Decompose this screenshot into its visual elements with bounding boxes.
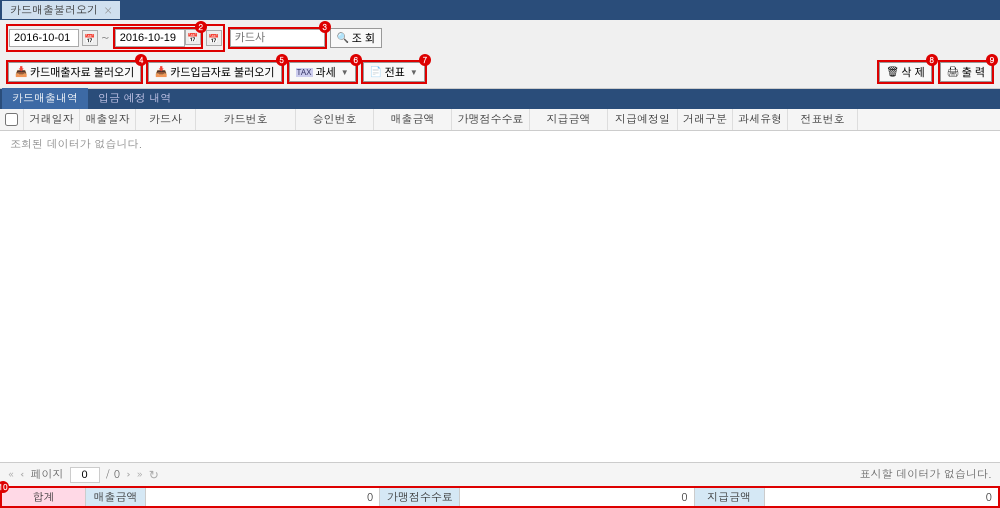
close-icon[interactable]: × xyxy=(104,3,112,17)
search-button[interactable]: 조 회 xyxy=(330,28,382,48)
date-separator: ~ xyxy=(101,31,110,46)
col-pay-amount[interactable]: 지급금액 xyxy=(530,109,608,130)
pagination: « ‹ 페이지 / 0 › » ↻ 표시할 데이터가 없습니다. xyxy=(0,462,1000,486)
summary-total-label: 합계 xyxy=(2,488,86,506)
summary-fee-label: 가맹점수수료 xyxy=(380,488,460,506)
grid-body: 조회된 데이터가 없습니다. xyxy=(0,131,1000,462)
tab-deposit-schedule[interactable]: 입금 예정 내역 xyxy=(88,88,181,109)
refresh-button[interactable]: ↻ xyxy=(149,466,159,483)
col-card-no[interactable]: 카드번호 xyxy=(196,109,296,130)
first-page-button[interactable]: « xyxy=(8,466,14,483)
col-sales-date[interactable]: 매출일자 xyxy=(80,109,136,130)
window-tab-bar: 카드매출불러오기 × xyxy=(0,0,1000,20)
import-sales-label: 카드매출자료 불러오기 xyxy=(30,64,134,80)
marker-5: 5 xyxy=(276,54,288,66)
next-page-button[interactable]: › xyxy=(126,466,131,483)
col-tax-type[interactable]: 과세유형 xyxy=(733,109,788,130)
window-tab[interactable]: 카드매출불러오기 × xyxy=(2,1,120,19)
select-all-checkbox[interactable] xyxy=(5,113,18,126)
col-auth-no[interactable]: 승인번호 xyxy=(296,109,374,130)
marker-2: 2 xyxy=(195,21,207,33)
prev-page-button[interactable]: ‹ xyxy=(20,466,25,483)
import-deposit-label: 카드입금자료 불러오기 xyxy=(170,64,274,80)
marker-10: 10 xyxy=(0,481,9,493)
print-icon xyxy=(947,66,959,78)
marker-3: 3 xyxy=(319,21,331,33)
date-to-input[interactable] xyxy=(115,29,185,47)
tab-card-sales[interactable]: 카드매출내역 xyxy=(2,88,88,109)
page-total: / 0 xyxy=(106,467,121,482)
tax-icon: TAX xyxy=(296,68,313,77)
tab-title: 카드매출불러오기 xyxy=(10,3,98,18)
col-checkbox[interactable] xyxy=(0,109,24,130)
col-card-company[interactable]: 카드사 xyxy=(136,109,196,130)
col-merchant-fee[interactable]: 가맹점수수료 xyxy=(452,109,530,130)
document-icon xyxy=(370,66,382,78)
col-trade-date[interactable]: 거래일자 xyxy=(24,109,80,130)
summary-pay-value: 0 xyxy=(765,488,998,506)
summary-fee-value: 0 xyxy=(460,488,694,506)
marker-8: 8 xyxy=(926,54,938,66)
trash-icon xyxy=(886,66,898,78)
delete-label: 삭 제 xyxy=(901,64,924,80)
delete-button[interactable]: 삭 제 xyxy=(879,62,931,82)
page-input[interactable] xyxy=(70,467,100,483)
col-trans-type[interactable]: 거래구분 xyxy=(678,109,733,130)
summary-sales-label: 매출금액 xyxy=(86,488,146,506)
summary-row: 10 합계 매출금액 0 가맹점수수료 0 지급금액 0 xyxy=(0,486,1000,508)
search-icon xyxy=(337,32,349,44)
last-page-button[interactable]: » xyxy=(137,466,143,483)
grid-container: 거래일자 매출일자 카드사 카드번호 승인번호 매출금액 가맹점수수료 지급금액… xyxy=(0,109,1000,462)
col-slip-no[interactable]: 전표번호 xyxy=(788,109,858,130)
import-sales-button[interactable]: 카드매출자료 불러오기 xyxy=(8,62,141,82)
grid-header: 거래일자 매출일자 카드사 카드번호 승인번호 매출금액 가맹점수수료 지급금액… xyxy=(0,109,1000,131)
page-label: 페이지 xyxy=(31,467,64,482)
col-pay-schedule[interactable]: 지급예정일 xyxy=(608,109,678,130)
import-icon xyxy=(155,66,167,78)
import-icon xyxy=(15,66,27,78)
marker-7: 7 xyxy=(419,54,431,66)
print-label: 출 력 xyxy=(962,64,985,80)
page-status: 표시할 데이터가 없습니다. xyxy=(860,467,992,482)
toolbar-area: 📅 ~ 📅 2 📅 3 조 회 xyxy=(0,20,1000,89)
chevron-down-icon: ▼ xyxy=(410,68,418,77)
marker-6: 6 xyxy=(350,54,362,66)
calendar-range-icon[interactable]: 📅 xyxy=(206,30,222,46)
col-sales-amount[interactable]: 매출금액 xyxy=(374,109,452,130)
summary-pay-label: 지급금액 xyxy=(695,488,765,506)
slip-button[interactable]: 전표 ▼ xyxy=(363,62,425,82)
marker-9: 9 xyxy=(986,54,998,66)
date-range-group: 📅 ~ 📅 2 📅 xyxy=(6,24,225,52)
print-button[interactable]: 출 력 xyxy=(940,62,992,82)
slip-label: 전표 xyxy=(385,64,405,80)
calendar-icon[interactable]: 📅 xyxy=(82,30,98,46)
date-from-input[interactable] xyxy=(9,29,79,47)
tax-label: 과세 xyxy=(316,64,336,80)
sub-tabs: 카드매출내역 입금 예정 내역 xyxy=(0,89,1000,109)
chevron-down-icon: ▼ xyxy=(341,68,349,77)
summary-sales-value: 0 xyxy=(146,488,380,506)
empty-message: 조회된 데이터가 없습니다. xyxy=(10,137,142,152)
card-company-input[interactable] xyxy=(230,29,325,47)
import-deposit-button[interactable]: 카드입금자료 불러오기 xyxy=(148,62,281,82)
tax-button[interactable]: TAX 과세 ▼ xyxy=(289,62,356,82)
search-label: 조 회 xyxy=(352,30,375,46)
